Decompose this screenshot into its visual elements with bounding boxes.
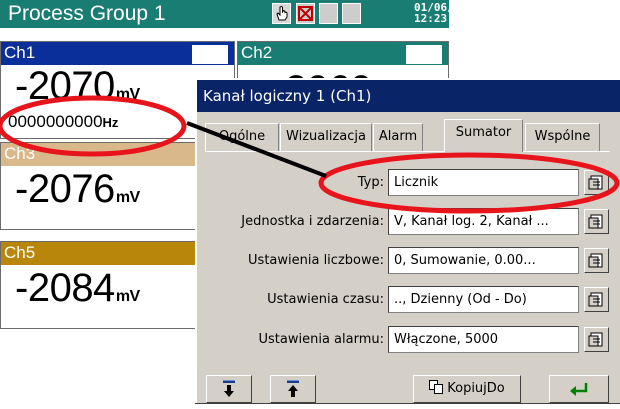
- edit-props-icon: [588, 175, 603, 190]
- arrow-up-icon: [287, 380, 299, 397]
- tile-value: -2084mV: [15, 266, 140, 311]
- row-label-liczbowe: Ustawienia liczbowe:: [248, 253, 384, 268]
- arrow-down-icon: [223, 380, 235, 397]
- value-number: -2076: [15, 167, 115, 211]
- row-label-typ: Typ:: [357, 175, 384, 190]
- tile-name: Ch1: [4, 43, 36, 62]
- copy-icon: [429, 378, 444, 394]
- numeric-settings-edit-button[interactable]: [584, 248, 609, 273]
- unit-events-edit-button[interactable]: [584, 209, 609, 234]
- enter-button[interactable]: [549, 375, 609, 403]
- type-edit-button[interactable]: [584, 170, 609, 195]
- time-settings-field[interactable]: .., Dzienny (Od - Do): [388, 286, 579, 313]
- value-unit: mV: [115, 189, 140, 206]
- tab-divider: [205, 151, 610, 152]
- hand-pointer-icon[interactable]: [272, 3, 291, 24]
- value-number: -2084: [15, 266, 115, 310]
- value-unit: mV: [115, 288, 140, 305]
- tile-header: Ch2: [238, 42, 448, 65]
- edit-props-icon: [588, 332, 603, 347]
- tile-indicator: [406, 45, 442, 64]
- move-up-button[interactable]: [270, 375, 316, 403]
- counter-value: 0000000000Hz: [8, 112, 118, 132]
- red-x-icon[interactable]: [296, 3, 315, 24]
- row-label-jednostka: Jednostka i zdarzenia:: [241, 214, 384, 229]
- dialog-title: Kanał logiczny 1 (Ch1): [197, 80, 620, 112]
- edit-props-icon: [588, 253, 603, 268]
- title-bar: Process Group 1 01/06/99 12:23:23: [0, 0, 467, 28]
- counter-unit: Hz: [102, 115, 119, 130]
- tile-indicator: [192, 45, 228, 64]
- unit-events-field[interactable]: V, Kanał log. 2, Kanał ...: [388, 208, 579, 235]
- tile-header: Ch1: [1, 42, 234, 65]
- tile-value: -2070mV: [15, 64, 140, 109]
- edit-props-icon: [588, 214, 603, 229]
- alarm-settings-edit-button[interactable]: [584, 327, 609, 352]
- datetime: 01/06/99 12:23:23: [414, 2, 467, 24]
- edit-props-icon: [588, 292, 603, 307]
- tab-ogolne[interactable]: Ogólne: [205, 123, 279, 151]
- empty-box-icon[interactable]: [342, 3, 361, 24]
- value-unit: mV: [115, 86, 140, 103]
- tab-wizualizacja[interactable]: Wizualizacja: [280, 123, 372, 151]
- value-number: -2070: [15, 64, 115, 108]
- time-text: 12:23:23: [414, 12, 467, 25]
- tile-name: Ch2: [241, 43, 273, 62]
- tab-alarm[interactable]: Alarm: [373, 123, 423, 151]
- move-down-button[interactable]: [206, 375, 252, 403]
- tab-sumator[interactable]: Sumator: [444, 119, 523, 152]
- tile-name: Ch5: [4, 243, 36, 262]
- row-label-alarmu: Ustawienia alarmu:: [258, 332, 385, 347]
- type-field[interactable]: Licznik: [388, 169, 579, 196]
- numeric-settings-field[interactable]: 0, Sumowanie, 0.00...: [388, 247, 579, 274]
- group-title: Process Group 1: [8, 2, 166, 25]
- enter-arrow-icon: [570, 383, 588, 396]
- empty-box-icon[interactable]: [319, 3, 338, 24]
- copy-label: KopiujDo: [447, 381, 505, 396]
- tab-wspolne[interactable]: Wspólne: [525, 123, 600, 151]
- row-label-czasu: Ustawienia czasu:: [267, 292, 384, 307]
- counter-number: 0000000000: [8, 112, 103, 131]
- tile-value: -2076mV: [15, 167, 140, 212]
- copy-to-button[interactable]: KopiujDo: [413, 375, 521, 403]
- time-settings-edit-button[interactable]: [584, 287, 609, 312]
- channel-settings-dialog: Kanał logiczny 1 (Ch1) Ogólne Wizualizac…: [195, 78, 620, 403]
- tile-name: Ch3: [4, 144, 36, 163]
- alarm-settings-field[interactable]: Włączone, 5000: [388, 326, 579, 353]
